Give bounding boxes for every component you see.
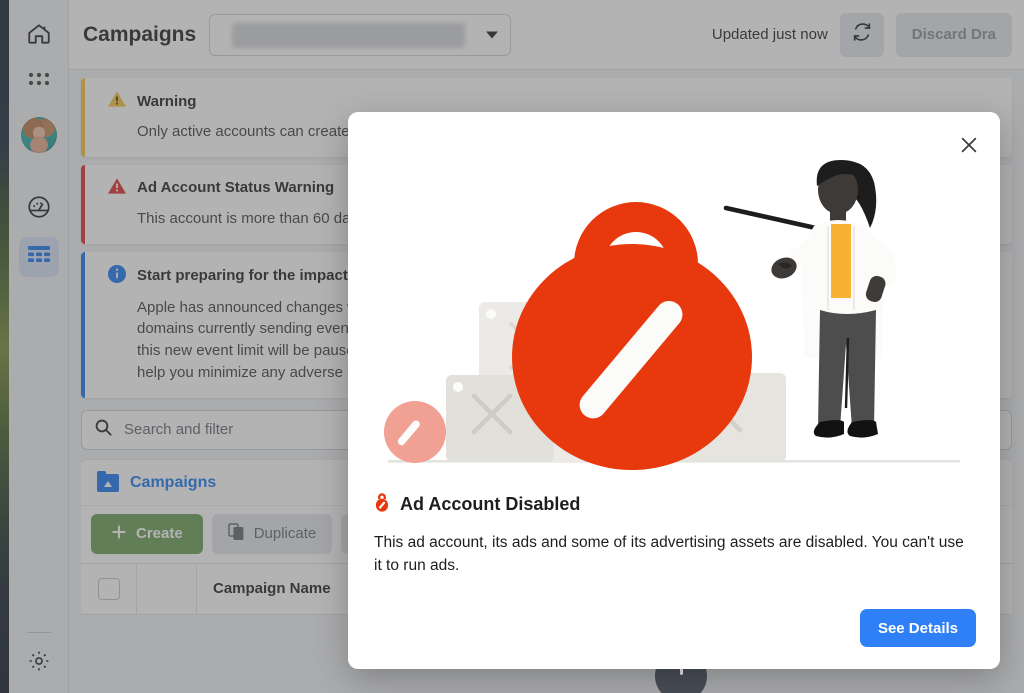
ad-account-disabled-dialog: Ad Account Disabled This ad account, its… — [348, 112, 1000, 669]
modal-content: Ad Account Disabled This ad account, its… — [374, 492, 974, 578]
lock-slash-icon — [374, 492, 390, 517]
modal-footer: See Details — [859, 609, 976, 647]
padlock-disabled-illustration — [348, 142, 1000, 480]
modal-title: Ad Account Disabled — [400, 494, 581, 514]
see-details-button[interactable]: See Details — [859, 609, 976, 647]
modal-description: This ad account, its ads and some of its… — [374, 534, 964, 574]
modal-title-row: Ad Account Disabled — [374, 492, 974, 517]
screen: Campaigns Updated just now Discard Dra W… — [0, 0, 1024, 693]
